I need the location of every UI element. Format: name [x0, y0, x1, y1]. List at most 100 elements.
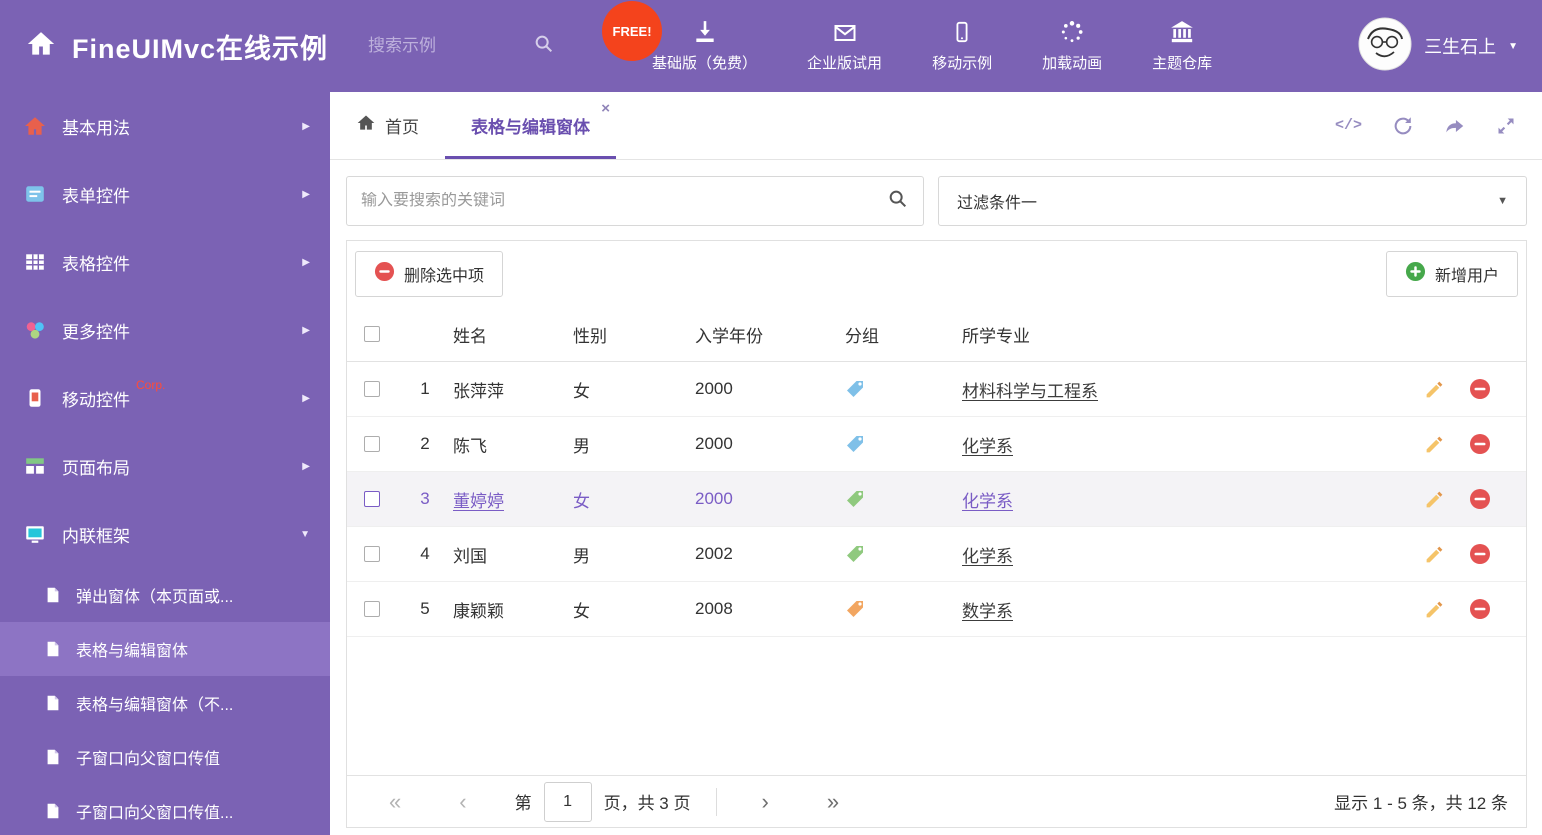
- col-year: 入学年份: [695, 326, 763, 346]
- brand[interactable]: FineUIMvc在线示例: [0, 27, 328, 66]
- major-link[interactable]: 化学系: [962, 547, 1013, 566]
- sidebar-item-inline-frame[interactable]: 内联框架 ▼: [0, 500, 330, 568]
- add-user-label: 新增用户: [1434, 268, 1499, 285]
- header-search-input[interactable]: [368, 36, 534, 56]
- home-icon: [356, 113, 376, 138]
- row-checkbox[interactable]: [364, 381, 380, 397]
- prev-page-button[interactable]: ‹: [459, 790, 466, 813]
- sidebar-item-basic-usage[interactable]: 基本用法 ▶: [0, 92, 330, 160]
- sidebar-item-more-controls[interactable]: 更多控件 ▶: [0, 296, 330, 364]
- table-row-selected[interactable]: 3 董婷婷 女 2000 化学系: [347, 472, 1526, 527]
- nav-item-theme-store[interactable]: 主题仓库: [1152, 19, 1212, 73]
- sidebar-subitem-grid-edit-window-2[interactable]: 表格与编辑窗体（不...: [0, 676, 330, 730]
- tag-icon[interactable]: [845, 599, 962, 619]
- user-menu[interactable]: 三生石上 ▼: [1358, 17, 1542, 76]
- table-row[interactable]: 1 张萍萍 女 2000 材料科学与工程系: [347, 362, 1526, 417]
- edit-pencil-icon[interactable]: [1424, 544, 1445, 565]
- chevron-right-icon: ▶: [302, 120, 310, 132]
- major-link[interactable]: 化学系: [962, 492, 1013, 511]
- sidebar-item-label: 页面布局: [62, 458, 130, 478]
- delete-row-icon[interactable]: [1469, 378, 1491, 400]
- sidebar-item-form-controls[interactable]: 表单控件 ▶: [0, 160, 330, 228]
- row-index: 2: [420, 434, 430, 453]
- last-page-button[interactable]: »: [827, 790, 839, 813]
- row-actions: [1416, 433, 1526, 455]
- nav-item-label: 主题仓库: [1152, 55, 1213, 72]
- tab-bar: 首页 表格与编辑窗体 × </>: [330, 92, 1542, 160]
- next-page-button[interactable]: ›: [761, 790, 768, 813]
- filter-dropdown[interactable]: 过滤条件一 ▼: [938, 176, 1527, 226]
- sidebar-subitem-grid-edit-window[interactable]: 表格与编辑窗体: [0, 622, 330, 676]
- row-checkbox[interactable]: [364, 546, 380, 562]
- major-link[interactable]: 数学系: [962, 602, 1013, 621]
- sidebar-subitem-child-to-parent-2[interactable]: 子窗口向父窗口传值...: [0, 784, 330, 835]
- delete-row-icon[interactable]: [1469, 488, 1491, 510]
- sidebar-subitem-label: 子窗口向父窗口传值: [76, 751, 221, 768]
- table-row[interactable]: 5 康颖颖 女 2008 数学系: [347, 582, 1526, 637]
- cell-year: 2000: [695, 489, 733, 508]
- edit-pencil-icon[interactable]: [1424, 599, 1445, 620]
- tab-grid-edit-window[interactable]: 表格与编辑窗体 ×: [445, 92, 616, 159]
- sidebar-subitem-child-to-parent[interactable]: 子窗口向父窗口传值: [0, 730, 330, 784]
- delete-row-icon[interactable]: [1469, 598, 1491, 620]
- sidebar-item-mobile-controls[interactable]: 移动控件 Corp. ▶: [0, 364, 330, 432]
- cell-name: 董婷婷: [453, 491, 504, 511]
- grid-toolbar: 删除选中项 新增用户: [347, 241, 1526, 307]
- delete-row-icon[interactable]: [1469, 543, 1491, 565]
- close-icon[interactable]: ×: [601, 100, 610, 117]
- sidebar-subitem-popup-window[interactable]: 弹出窗体（本页面或...: [0, 568, 330, 622]
- file-icon: [44, 586, 62, 604]
- row-checkbox[interactable]: [364, 491, 380, 507]
- add-user-button[interactable]: 新增用户: [1385, 251, 1518, 297]
- table-row[interactable]: 2 陈飞 男 2000 化学系: [347, 417, 1526, 472]
- top-header: FineUIMvc在线示例 FREE! 基础版（免费） 企业版试用: [0, 0, 1542, 92]
- delete-selected-button[interactable]: 删除选中项: [355, 251, 504, 297]
- nav-item-basic-free[interactable]: FREE! 基础版（免费）: [604, 3, 758, 73]
- tab-label: 首页: [385, 118, 419, 137]
- frame-icon: [24, 523, 46, 545]
- cell-gender: 男: [573, 436, 590, 456]
- major-link[interactable]: 化学系: [962, 437, 1013, 456]
- refresh-icon[interactable]: [1392, 115, 1414, 137]
- tag-icon[interactable]: [845, 379, 962, 399]
- major-link[interactable]: 材料科学与工程系: [962, 382, 1098, 401]
- edit-pencil-icon[interactable]: [1424, 379, 1445, 400]
- sidebar-item-label: 更多控件: [62, 322, 130, 342]
- nav-item-mobile-demo[interactable]: 移动示例: [932, 19, 992, 73]
- expand-icon[interactable]: [1496, 116, 1516, 136]
- page-number-input[interactable]: [543, 781, 592, 822]
- edit-pencil-icon[interactable]: [1424, 434, 1445, 455]
- forward-icon[interactable]: [1444, 115, 1466, 137]
- keyword-search-box: [346, 176, 924, 226]
- sidebar-item-page-layout[interactable]: 页面布局 ▶: [0, 432, 330, 500]
- tab-label: 表格与编辑窗体: [471, 118, 590, 137]
- sidebar-subitem-label: 表格与编辑窗体（不...: [76, 697, 234, 714]
- code-icon[interactable]: </>: [1335, 117, 1362, 134]
- tag-icon[interactable]: [845, 544, 962, 564]
- nav-item-label: 基础版（免费）: [652, 55, 758, 72]
- delete-row-icon[interactable]: [1469, 433, 1491, 455]
- edit-pencil-icon[interactable]: [1424, 489, 1445, 510]
- table-icon: [24, 251, 46, 273]
- filter-dropdown-value: 过滤条件一: [957, 195, 1038, 212]
- nav-item-enterprise-trial[interactable]: 企业版试用: [807, 19, 882, 73]
- search-icon[interactable]: [887, 188, 909, 215]
- sidebar-subitem-label: 弹出窗体（本页面或...: [76, 589, 234, 606]
- mobile-icon: [24, 387, 46, 409]
- minus-circle-icon: [374, 261, 395, 287]
- nav-item-loading-animation[interactable]: 加载动画: [1042, 19, 1102, 73]
- sidebar-item-grid-controls[interactable]: 表格控件 ▶: [0, 228, 330, 296]
- select-all-checkbox[interactable]: [364, 326, 380, 342]
- tag-icon[interactable]: [845, 489, 962, 509]
- tab-home[interactable]: 首页: [330, 92, 445, 159]
- table-row[interactable]: 4 刘国 男 2002 化学系: [347, 527, 1526, 582]
- col-major: 所学专业: [962, 326, 1030, 346]
- tag-icon[interactable]: [845, 434, 962, 454]
- first-page-button[interactable]: «: [389, 790, 401, 813]
- chevron-right-icon: ▶: [302, 256, 310, 268]
- row-checkbox[interactable]: [364, 436, 380, 452]
- home-icon: [26, 29, 56, 64]
- search-icon[interactable]: [533, 33, 555, 60]
- keyword-search-input[interactable]: [361, 192, 887, 210]
- row-checkbox[interactable]: [364, 601, 380, 617]
